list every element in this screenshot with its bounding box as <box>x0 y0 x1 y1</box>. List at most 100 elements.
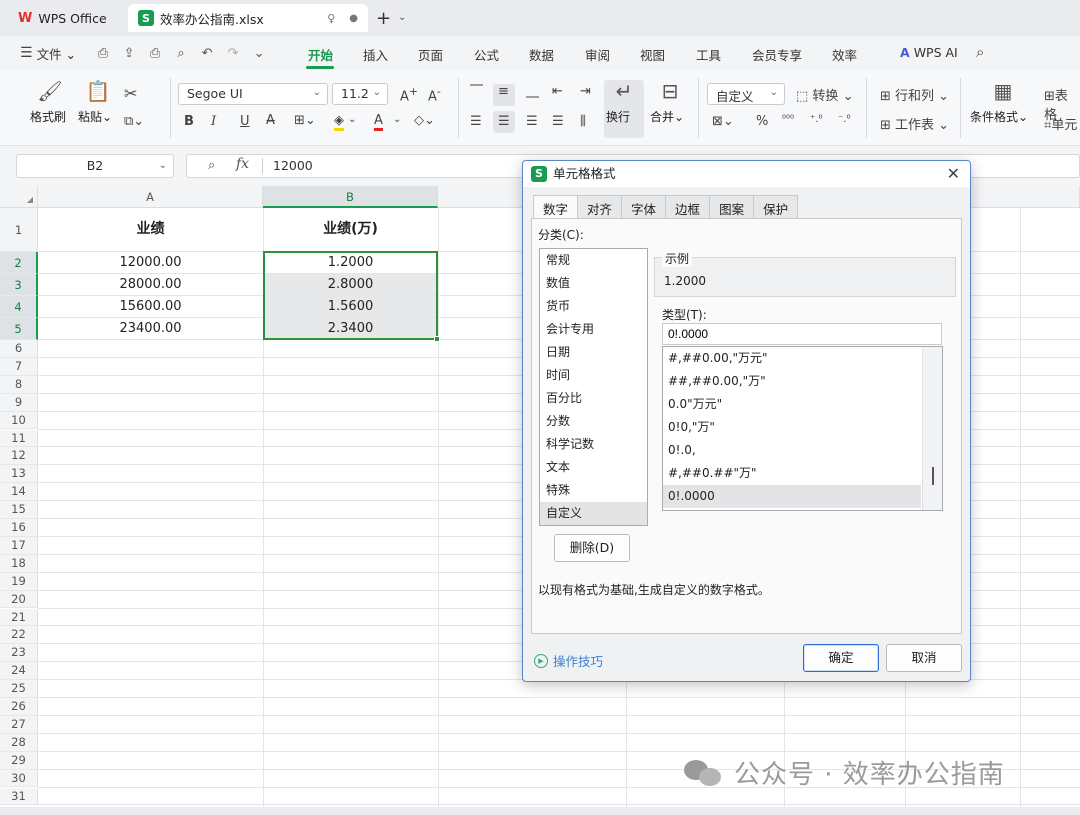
name-box[interactable]: B2 ⌄ <box>16 154 174 178</box>
new-tab-icon[interactable]: + <box>376 8 391 29</box>
column-header-b[interactable]: B <box>263 186 438 208</box>
strikethrough-icon[interactable]: A̶ <box>266 113 275 128</box>
copy-icon[interactable]: ⧉⌄ <box>124 114 144 129</box>
scrollbar-thumb[interactable] <box>932 467 934 485</box>
cell-b1[interactable]: 业绩(万) <box>263 208 438 251</box>
category-text[interactable]: 文本 <box>540 456 647 479</box>
percent-button[interactable]: % <box>756 114 768 129</box>
tab-wps-office[interactable]: W WPS Office <box>8 4 124 32</box>
row-header[interactable]: 26 <box>0 698 38 716</box>
row-header[interactable]: 7 <box>0 357 38 376</box>
font-name-select[interactable]: Segoe UI ⌄ <box>178 83 328 105</box>
zoom-search-icon[interactable]: ⌕ <box>208 158 215 173</box>
wrap-text-button[interactable]: ↵ 换行 <box>606 78 642 124</box>
tab-file[interactable]: S 效率办公指南.xlsx ♀ ● <box>128 4 368 32</box>
category-fraction[interactable]: 分数 <box>540 410 647 433</box>
row-header[interactable]: 5 <box>0 318 38 340</box>
format-list-scrollbar[interactable] <box>922 347 942 510</box>
pin-icon[interactable]: ♀ <box>327 12 335 25</box>
align-right-icon[interactable]: ☰ <box>526 114 538 129</box>
menu-tools[interactable]: 工具 <box>696 45 721 64</box>
distributed-icon[interactable]: ⫼ <box>580 114 586 129</box>
row-header[interactable]: 24 <box>0 662 38 681</box>
category-scientific[interactable]: 科学记数 <box>540 433 647 456</box>
row-header[interactable]: 23 <box>0 644 38 663</box>
font-size-select[interactable]: 11.2 ⌄ <box>332 83 388 105</box>
cell-a4[interactable]: 15600.00 <box>38 296 263 317</box>
row-header[interactable]: 11 <box>0 429 38 448</box>
row-header[interactable]: 19 <box>0 572 38 591</box>
column-header-a[interactable]: A <box>38 186 263 208</box>
formula-value[interactable]: 12000 <box>273 158 313 173</box>
search-icon[interactable]: ⌕ <box>976 43 984 61</box>
align-bottom-icon[interactable]: ⎽ <box>526 84 539 99</box>
decrease-decimal-icon[interactable]: ⁻.⁰ <box>838 114 850 125</box>
menu-home[interactable]: 开始 <box>308 45 333 64</box>
fx-button[interactable]: fx <box>236 156 249 172</box>
sheet-tab-bar[interactable] <box>0 807 1080 815</box>
menu-member[interactable]: 会员专享 <box>752 45 802 64</box>
format-item[interactable]: 0.0"万元" <box>663 393 921 416</box>
category-general[interactable]: 常规 <box>540 249 647 272</box>
wps-ai-button[interactable]: A WPS AI <box>900 45 958 60</box>
row-header[interactable]: 2 <box>0 252 38 274</box>
conditional-format-button[interactable]: ▦ 条件格式⌄ <box>970 78 1036 124</box>
redo-icon[interactable]: ↷ <box>220 46 246 61</box>
merge-button[interactable]: ⊟ 合并⌄ <box>650 78 690 124</box>
number-format-select[interactable]: 自定义 ⌄ <box>707 83 785 105</box>
row-header[interactable]: 20 <box>0 590 38 609</box>
cell-button[interactable]: ⌗单元 <box>1044 114 1077 133</box>
category-percent[interactable]: 百分比 <box>540 387 647 410</box>
format-item-selected[interactable]: 0!.0000 <box>663 485 921 508</box>
dialog-title-bar[interactable]: S 单元格格式 ✕ <box>523 161 970 187</box>
category-list[interactable]: 常规 数值 货币 会计专用 日期 时间 百分比 分数 科学记数 文本 特殊 自定… <box>539 248 648 526</box>
row-header[interactable]: 16 <box>0 519 38 537</box>
fill-color-icon[interactable]: ◈ <box>334 113 344 131</box>
menu-data[interactable]: 数据 <box>529 45 554 64</box>
currency-icon[interactable]: ⊠⌄ <box>712 114 734 129</box>
increase-decimal-icon[interactable]: ⁺.⁰ <box>810 114 822 125</box>
category-time[interactable]: 时间 <box>540 364 647 387</box>
align-left-icon[interactable]: ☰ <box>470 114 482 129</box>
align-center-icon[interactable]: ☰ <box>498 114 510 129</box>
row-header[interactable]: 30 <box>0 769 38 788</box>
menu-review[interactable]: 审阅 <box>585 45 610 64</box>
font-color-icon[interactable]: A <box>374 113 383 131</box>
row-header[interactable]: 27 <box>0 715 38 734</box>
align-top-icon[interactable]: ⎺ <box>470 84 483 99</box>
row-header[interactable]: 21 <box>0 608 38 627</box>
ok-button[interactable]: 确定 <box>803 644 879 672</box>
format-item[interactable]: #,##0.##"万" <box>663 462 921 485</box>
tab-protection[interactable]: 保护 <box>753 195 799 219</box>
row-header[interactable]: 8 <box>0 375 38 394</box>
close-icon[interactable]: ✕ <box>947 161 960 187</box>
cell-a3[interactable]: 28000.00 <box>38 274 263 295</box>
italic-button[interactable]: I <box>211 114 216 129</box>
format-item[interactable]: #,##0.00,"万元" <box>663 347 921 370</box>
unsaved-dot-icon[interactable]: ● <box>349 13 358 24</box>
underline-button[interactable]: U <box>240 114 250 129</box>
menu-page[interactable]: 页面 <box>418 45 443 64</box>
tips-link[interactable]: ▶ 操作技巧 <box>534 651 603 670</box>
clear-icon[interactable]: ◇⌄ <box>414 113 435 128</box>
row-header[interactable]: 9 <box>0 393 38 412</box>
format-item[interactable]: 0!0,"万" <box>663 416 921 439</box>
row-header[interactable]: 14 <box>0 483 38 502</box>
category-date[interactable]: 日期 <box>540 341 647 364</box>
cut-icon[interactable]: ✂ <box>124 84 137 103</box>
category-special[interactable]: 特殊 <box>540 479 647 502</box>
indent-icon[interactable]: ⇥ <box>580 84 591 99</box>
row-header[interactable]: 18 <box>0 554 38 573</box>
category-accounting[interactable]: 会计专用 <box>540 318 647 341</box>
more-chevron-icon[interactable]: ⌄ <box>246 46 272 61</box>
row-header[interactable]: 29 <box>0 751 38 770</box>
increase-font-icon[interactable]: A+ <box>400 85 418 104</box>
format-list[interactable]: #,##0.00,"万元" ##,##0.00,"万" 0.0"万元" 0!0,… <box>662 346 943 511</box>
tab-pattern[interactable]: 图案 <box>709 195 755 219</box>
cell-a5[interactable]: 23400.00 <box>38 318 263 339</box>
export-icon[interactable]: ⇪ <box>116 46 142 61</box>
print-preview-icon[interactable]: ⌕ <box>168 46 194 61</box>
row-header[interactable]: 31 <box>0 787 38 806</box>
tab-font[interactable]: 字体 <box>621 195 667 219</box>
menu-formula[interactable]: 公式 <box>474 45 499 64</box>
